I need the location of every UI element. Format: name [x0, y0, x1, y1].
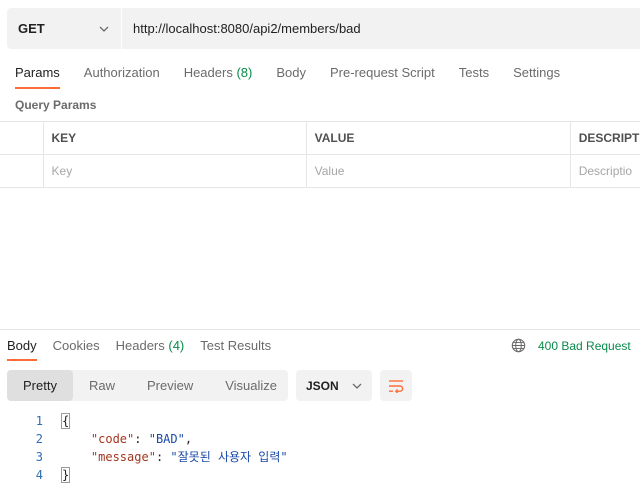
url-input[interactable]: http://localhost:8080/api2/members/bad [122, 8, 640, 49]
tab-label: Test Results [200, 338, 272, 353]
response-tab-headers[interactable]: Headers (4) [116, 337, 185, 355]
line-number: 1 [35, 414, 43, 428]
status-code-text[interactable]: 400 Bad Request [538, 339, 631, 353]
code-line: 4 } [0, 466, 288, 484]
view-raw-button[interactable]: Raw [73, 370, 131, 401]
tab-authorization[interactable]: Authorization [84, 60, 160, 86]
line-number: 4 [35, 468, 43, 482]
response-tab-cookies[interactable]: Cookies [53, 337, 100, 355]
table-row: Key Value Descriptio [0, 155, 640, 188]
view-preview-button[interactable]: Preview [131, 370, 209, 401]
code-text: "code": "BAD", [43, 430, 192, 448]
response-divider[interactable] [0, 329, 640, 330]
tab-label: Cookies [52, 338, 100, 353]
line-number: 3 [35, 450, 43, 464]
column-header-description: DESCRIPT [578, 131, 640, 145]
method-select[interactable]: GET [7, 8, 122, 49]
tab-label: Authorization [83, 65, 160, 80]
checkbox-column-header [0, 122, 44, 154]
json-key: "message" [90, 450, 156, 464]
open-brace: { [60, 413, 71, 429]
format-select[interactable]: JSON [296, 370, 372, 401]
method-label: GET [18, 21, 45, 36]
table-header-row: KEY VALUE DESCRIPT [0, 122, 640, 155]
code-line: 3 "message": "잘못된 사용자 입력" [0, 448, 288, 466]
tab-label: Params [15, 65, 60, 80]
close-brace: } [60, 467, 71, 483]
tab-params[interactable]: Params [15, 60, 60, 89]
code-line: 2 "code": "BAD", [0, 430, 288, 448]
tab-pre-request-script[interactable]: Pre-request Script [330, 60, 435, 86]
tab-tests[interactable]: Tests [459, 60, 489, 86]
wrap-lines-icon [389, 379, 404, 393]
tab-label: Body [7, 338, 37, 353]
value-input[interactable]: Value [307, 155, 571, 187]
view-pretty-button[interactable]: Pretty [7, 370, 73, 401]
format-label: JSON [306, 378, 339, 393]
response-body-code[interactable]: 1 { 2 "code": "BAD", 3 "message": "잘못된 사… [0, 412, 288, 484]
tab-count: (4) [168, 338, 185, 353]
json-value: "BAD" [148, 432, 185, 446]
tab-label: Tests [458, 65, 490, 80]
response-tab-body[interactable]: Body [7, 337, 37, 361]
tab-count: (8) [236, 65, 253, 80]
json-separator: : [155, 450, 171, 464]
tab-label: Headers [183, 65, 233, 80]
column-header-key: KEY [44, 122, 307, 154]
code-line: 1 { [0, 412, 288, 430]
request-bar: GET http://localhost:8080/api2/members/b… [7, 8, 640, 49]
code-text: } [43, 466, 71, 484]
json-separator: : [134, 432, 149, 446]
tab-headers[interactable]: Headers (8) [184, 60, 253, 86]
globe-icon[interactable] [511, 338, 526, 353]
request-tabs: Params Authorization Headers (8) Body Pr… [15, 60, 584, 90]
tab-label: Settings [513, 65, 561, 80]
line-number: 2 [35, 432, 43, 446]
tab-settings[interactable]: Settings [513, 60, 560, 86]
chevron-down-icon [99, 26, 109, 32]
query-params-title: Query Params [15, 98, 97, 112]
column-header-value: VALUE [307, 122, 571, 154]
query-params-table: KEY VALUE DESCRIPT Key Value Descriptio [0, 121, 640, 188]
response-tabs: Body Cookies Headers (4) Test Results [7, 337, 287, 361]
tab-label: Body [276, 65, 306, 80]
tab-label: Pre-request Script [329, 65, 435, 80]
view-visualize-button[interactable]: Visualize [209, 370, 293, 401]
json-comma: , [184, 432, 193, 446]
tab-label: Headers [115, 338, 165, 353]
response-tab-test-results[interactable]: Test Results [200, 337, 271, 355]
view-mode-group: Pretty Raw Preview Visualize [7, 370, 288, 401]
row-checkbox-cell [0, 155, 44, 187]
json-value: "잘못된 사용자 입력" [170, 450, 288, 464]
tab-body[interactable]: Body [276, 60, 306, 86]
description-input[interactable]: Descriptio [571, 155, 640, 187]
code-text: { [43, 412, 71, 430]
wrap-lines-button[interactable] [380, 370, 412, 401]
json-key: "code" [90, 432, 135, 446]
key-input[interactable]: Key [44, 155, 307, 187]
response-status: 400 Bad Request [511, 338, 631, 353]
code-text: "message": "잘못된 사용자 입력" [43, 448, 288, 466]
chevron-down-icon [352, 383, 362, 389]
